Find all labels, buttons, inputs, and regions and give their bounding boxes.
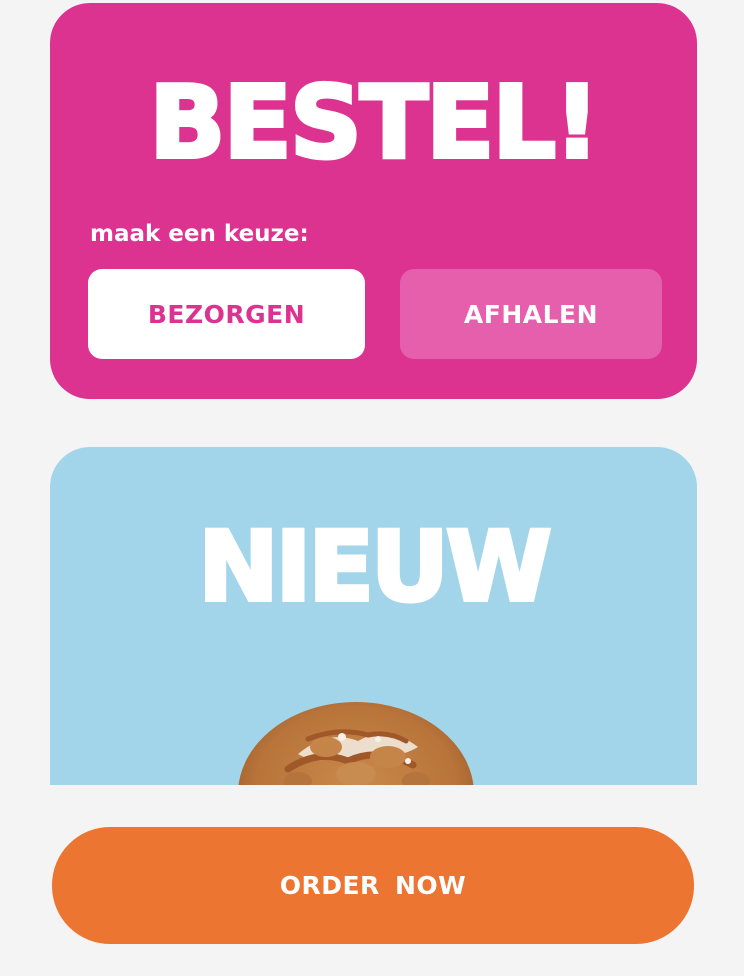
new-title: NIEUW — [196, 511, 553, 623]
order-card: BESTEL! maak een keuze: BEZORGEN AFHALEN — [50, 3, 697, 399]
new-product-card[interactable]: NIEUW — [50, 447, 697, 785]
delivery-button[interactable]: BEZORGEN — [88, 269, 365, 359]
order-title: BESTEL! — [147, 64, 601, 181]
choice-label: maak een keuze: — [90, 221, 309, 247]
pickup-button[interactable]: AFHALEN — [400, 269, 662, 359]
product-image — [238, 702, 474, 785]
order-now-button[interactable]: ORDER NOW — [52, 827, 694, 944]
